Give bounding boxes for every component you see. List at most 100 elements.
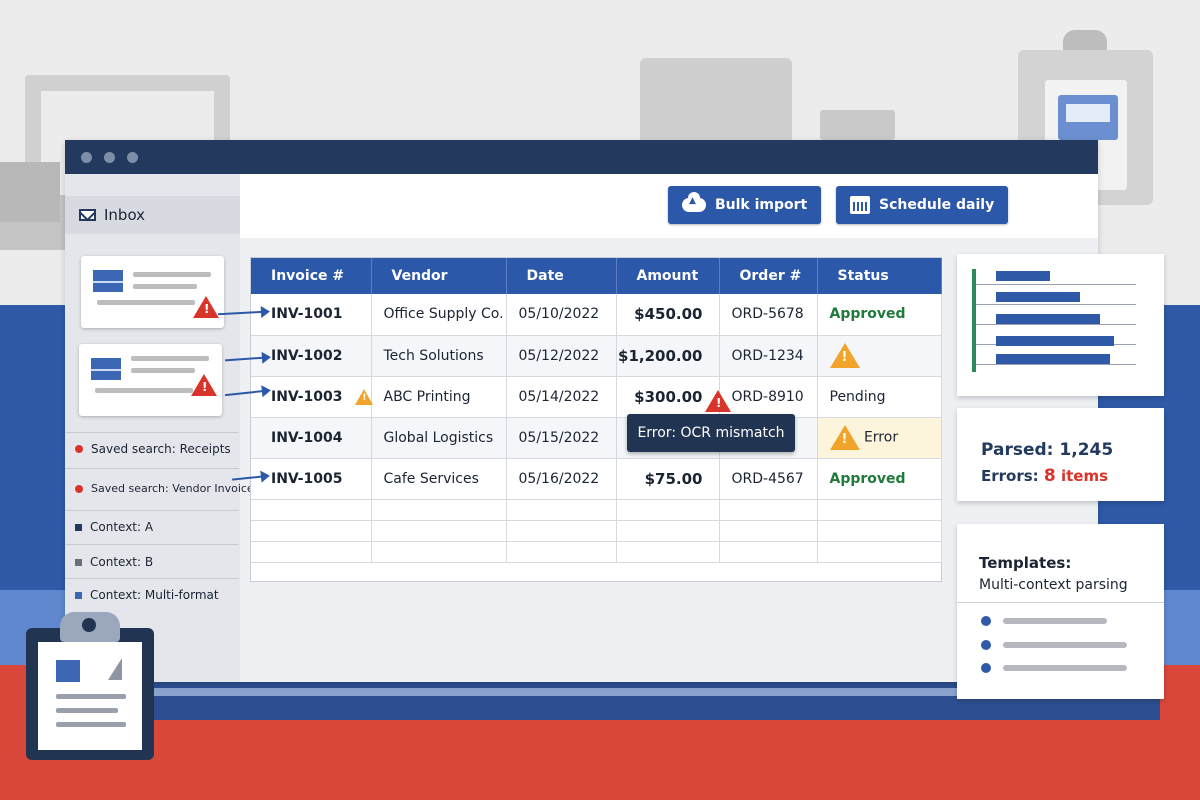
text-line xyxy=(95,388,193,393)
templates-panel: Templates: Multi-context parsing xyxy=(957,524,1164,699)
column-header-vendor[interactable]: Vendor xyxy=(371,258,507,294)
window-close-dot[interactable] xyxy=(81,151,92,163)
square-icon xyxy=(75,558,82,566)
table-header-row: Invoice # Vendor Date Amount Order # Sta… xyxy=(251,258,942,294)
folder-label xyxy=(1066,104,1110,122)
column-header-date[interactable]: Date xyxy=(506,258,617,294)
chart-gridline xyxy=(976,324,1136,325)
sidebar-divider xyxy=(65,578,239,579)
sidebar-item-label: Context: B xyxy=(90,555,154,569)
sidebar-item-saved-receipts[interactable]: Saved search: Receipts xyxy=(75,442,235,456)
column-header-order[interactable]: Order # xyxy=(719,258,818,294)
chart-bar xyxy=(996,314,1100,324)
sidebar-item-context-b[interactable]: Context: B xyxy=(75,555,235,569)
bullet-icon xyxy=(981,663,991,673)
error-warning-icon: ! xyxy=(191,374,217,396)
sidebar: Inbox ! ! Saved search: Receipts Saved s… xyxy=(65,174,259,682)
text-line xyxy=(131,368,195,373)
warning-icon: ! xyxy=(355,388,374,405)
sidebar-item-context-a[interactable]: Context: A xyxy=(75,520,235,534)
column-header-amount[interactable]: Amount xyxy=(616,258,720,294)
chart-gridline xyxy=(976,364,1136,365)
text-line xyxy=(56,694,126,699)
envelope-icon xyxy=(91,358,121,380)
email-card[interactable]: ! xyxy=(79,344,222,416)
empty-row xyxy=(251,499,942,521)
vendor-cell: Tech Solutions xyxy=(371,335,507,377)
error-warning-icon: ! xyxy=(193,296,219,318)
toolbar: Bulk import Schedule daily xyxy=(240,174,1098,238)
window-minimize-dot[interactable] xyxy=(104,151,115,163)
table-row[interactable]: INV-1005 Cafe Services 05/16/2022 $75.00… xyxy=(251,458,942,500)
empty-row xyxy=(251,541,942,563)
sidebar-divider xyxy=(65,468,239,469)
background-box-small xyxy=(0,162,60,222)
status-cell: ! Error xyxy=(817,417,942,459)
tooltip-text: Error: OCR mismatch xyxy=(637,425,785,441)
table-row[interactable]: INV-1003 ! ABC Printing 05/14/2022 $300.… xyxy=(251,376,942,418)
inbox-label: Inbox xyxy=(104,206,146,224)
table-row[interactable]: INV-1001 Office Supply Co. 05/10/2022 $4… xyxy=(251,294,942,336)
status-badge: Approved xyxy=(817,458,942,500)
status-badge: Approved xyxy=(817,294,942,336)
list-item[interactable] xyxy=(981,640,1127,650)
table-row[interactable]: INV-1004 Global Logistics 05/15/2022 ! E… xyxy=(251,417,942,459)
text-line xyxy=(1003,618,1107,624)
sidebar-divider xyxy=(65,544,239,545)
amount-cell: $75.00 xyxy=(616,458,720,500)
app-window: Inbox ! ! Saved search: Receipts Saved s… xyxy=(65,140,1098,682)
warning-icon: ! xyxy=(829,343,860,368)
sidebar-item-saved-vendor-invoices[interactable]: Saved search: Vendor Invoices xyxy=(75,482,265,495)
column-header-invoice[interactable]: Invoice # xyxy=(251,258,372,294)
email-card[interactable]: ! xyxy=(81,256,224,328)
sidebar-item-label: Saved search: Receipts xyxy=(91,442,231,456)
order-cell: ORD-1234 xyxy=(719,335,818,377)
chart-bar xyxy=(996,292,1080,302)
square-icon xyxy=(75,523,82,531)
invoice-table: Invoice # Vendor Date Amount Order # Sta… xyxy=(250,257,942,582)
bullet-icon xyxy=(981,640,991,650)
amount-cell: $1,200.00 xyxy=(616,335,720,377)
text-line xyxy=(56,708,118,713)
background-tray xyxy=(820,110,895,140)
red-dot-icon xyxy=(75,484,83,493)
warning-icon: ! xyxy=(829,425,860,450)
order-cell: ORD-4567 xyxy=(719,458,818,500)
text-line xyxy=(133,272,211,277)
vendor-cell: Office Supply Co. xyxy=(371,294,507,336)
window-titlebar xyxy=(65,140,1098,174)
sidebar-item-context-multi-format[interactable]: Context: Multi-format xyxy=(75,588,235,602)
sidebar-item-inbox[interactable]: Inbox xyxy=(65,196,240,234)
chart-bar xyxy=(996,336,1114,346)
sidebar-divider xyxy=(65,432,239,433)
templates-subtitle: Multi-context parsing xyxy=(979,577,1128,593)
table-row[interactable]: INV-1002 Tech Solutions 05/12/2022 $1,20… xyxy=(251,335,942,377)
document-icon xyxy=(56,660,80,682)
invoice-cell: INV-1004 xyxy=(251,417,372,459)
templates-divider xyxy=(957,602,1164,603)
stats-panel: Parsed: 1,245 Errors: 8 items xyxy=(957,408,1164,501)
error-warning-icon: ! xyxy=(705,390,731,412)
window-maximize-dot[interactable] xyxy=(127,151,138,163)
sidebar-divider xyxy=(65,510,239,511)
text-line xyxy=(131,356,209,361)
date-cell: 05/14/2022 xyxy=(506,376,617,418)
status-badge: Error xyxy=(863,429,899,446)
schedule-daily-button[interactable]: Schedule daily xyxy=(836,186,1009,224)
status-cell: ! xyxy=(817,335,942,377)
invoice-number: INV-1003 xyxy=(271,388,343,405)
bulk-import-button[interactable]: Bulk import xyxy=(668,186,822,224)
error-tooltip: Error: OCR mismatch xyxy=(627,414,795,452)
list-item[interactable] xyxy=(981,616,1107,626)
text-line xyxy=(133,284,197,289)
square-icon xyxy=(75,591,82,599)
vendor-cell: Global Logistics xyxy=(371,417,507,459)
sidebar-item-label: Context: A xyxy=(90,520,154,534)
envelope-icon xyxy=(93,270,123,292)
list-item[interactable] xyxy=(981,663,1127,673)
text-line xyxy=(56,722,126,727)
parsed-value: 1,245 xyxy=(1059,440,1114,460)
column-header-status[interactable]: Status xyxy=(817,258,942,294)
templates-title: Templates: xyxy=(979,554,1072,572)
document-fold-icon xyxy=(108,658,122,680)
